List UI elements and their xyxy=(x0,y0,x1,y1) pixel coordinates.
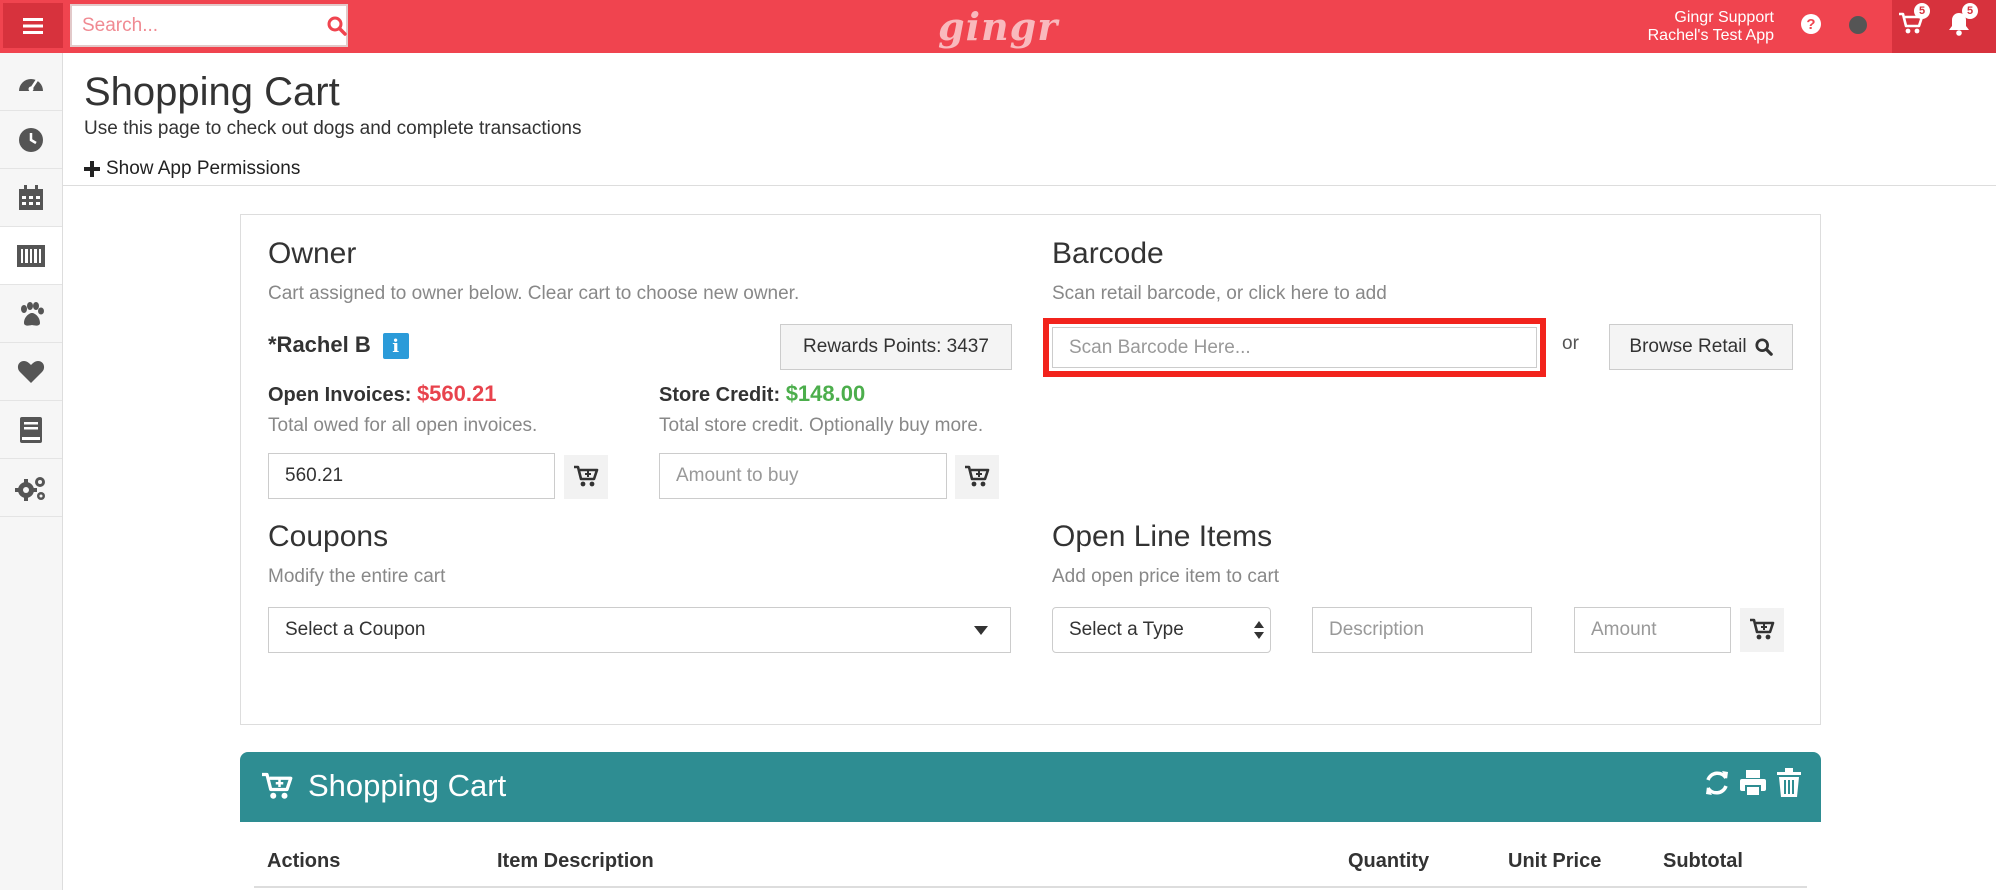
menu-icon xyxy=(23,17,43,34)
add-line-item-button[interactable] xyxy=(1740,608,1784,652)
rewards-points-label: Rewards Points: 3437 xyxy=(803,336,989,357)
help-icon[interactable]: ? xyxy=(1801,14,1821,34)
caret-down-icon xyxy=(974,626,988,635)
coupons-heading: Coupons xyxy=(268,520,389,553)
open-invoices-row: Open Invoices: $560.21 xyxy=(268,381,496,407)
store-credit-value: $148.00 xyxy=(785,381,866,406)
hamburger-menu-button[interactable] xyxy=(3,3,63,48)
cart-plus-icon xyxy=(1750,618,1775,640)
column-header-item-description: Item Description xyxy=(497,850,654,872)
shopping-cart-header: Shopping Cart xyxy=(240,752,1821,822)
sidebar-item-calendar[interactable] xyxy=(0,169,62,227)
table-header-divider xyxy=(254,886,1807,888)
store-credit-row: Store Credit: $148.00 xyxy=(659,381,865,407)
search-icon[interactable] xyxy=(327,16,347,36)
owner-name-row: *Rachel B i xyxy=(268,332,409,360)
notification-count-badge: 5 xyxy=(1962,3,1978,19)
gears-icon xyxy=(15,476,45,501)
store-credit-label: Store Credit: xyxy=(659,384,781,406)
cart-plus-icon xyxy=(574,465,599,487)
buy-store-credit-button[interactable] xyxy=(955,455,999,499)
search-input[interactable] xyxy=(72,6,327,45)
sidebar-item-reports[interactable] xyxy=(0,401,62,459)
updown-caret-icon xyxy=(1254,621,1264,639)
app-name: Rachel's Test App xyxy=(1647,27,1774,44)
open-invoices-help: Total owed for all open invoices. xyxy=(268,415,538,436)
browse-retail-label: Browse Retail xyxy=(1629,336,1747,357)
shopping-cart-title: Shopping Cart xyxy=(308,768,507,803)
header-divider xyxy=(63,185,1996,186)
user-name: Gingr Support xyxy=(1674,9,1774,26)
sidebar-item-reservations[interactable] xyxy=(0,111,62,169)
invoice-amount-field[interactable]: 560.21 xyxy=(268,453,555,499)
line-item-amount-input[interactable]: Amount xyxy=(1574,607,1731,653)
heart-icon xyxy=(17,360,45,383)
sidebar xyxy=(0,53,63,890)
info-icon[interactable]: i xyxy=(382,333,409,360)
gingr-logo[interactable]: gingr xyxy=(938,4,1058,49)
column-header-unit-price: Unit Price xyxy=(1508,850,1602,872)
barcode-heading: Barcode xyxy=(1052,237,1164,270)
coupons-help-text: Modify the entire cart xyxy=(268,566,446,587)
top-navbar: gingr Gingr Support Rachel's Test App ? … xyxy=(0,0,1996,53)
owner-name[interactable]: *Rachel B xyxy=(268,332,371,357)
open-line-items-heading: Open Line Items xyxy=(1052,520,1273,553)
column-header-actions: Actions xyxy=(267,850,341,872)
owner-heading: Owner xyxy=(268,237,357,270)
show-permissions-label: Show App Permissions xyxy=(106,158,301,179)
calendar-icon xyxy=(19,184,43,210)
column-header-subtotal: Subtotal xyxy=(1663,850,1743,872)
trash-icon[interactable] xyxy=(1776,768,1802,798)
cart-plus-icon xyxy=(262,772,293,799)
status-indicator-icon[interactable] xyxy=(1849,16,1867,34)
open-invoices-value: $560.21 xyxy=(416,381,497,406)
store-credit-help: Total store credit. Optionally buy more. xyxy=(659,415,984,436)
sidebar-item-dashboard[interactable] xyxy=(0,53,62,111)
page-title: Shopping Cart xyxy=(84,70,340,114)
sidebar-item-animals[interactable] xyxy=(0,285,62,343)
open-line-items-help-text: Add open price item to cart xyxy=(1052,566,1280,587)
cart-count-badge: 5 xyxy=(1914,3,1930,19)
clock-icon xyxy=(19,127,43,152)
show-permissions-link[interactable]: Show App Permissions xyxy=(84,158,300,180)
barcode-input[interactable]: Scan Barcode Here... xyxy=(1052,327,1537,368)
line-item-description-input[interactable]: Description xyxy=(1312,607,1532,653)
sidebar-item-point-of-sale[interactable] xyxy=(0,227,62,285)
coupon-select[interactable]: Select a Coupon xyxy=(268,607,1011,653)
checkout-panel: Owner Cart assigned to owner below. Clea… xyxy=(240,214,1821,725)
print-icon[interactable] xyxy=(1738,768,1768,798)
sidebar-item-admin[interactable] xyxy=(0,459,62,517)
sidebar-item-favorites[interactable] xyxy=(0,343,62,401)
barcode-icon xyxy=(17,244,45,267)
user-menu[interactable]: Gingr Support Rachel's Test App xyxy=(1648,9,1774,45)
owner-help-text: Cart assigned to owner below. Clear cart… xyxy=(268,283,800,304)
book-icon xyxy=(20,416,42,443)
dashboard-icon xyxy=(19,78,43,91)
plus-icon xyxy=(84,161,100,177)
refresh-icon[interactable] xyxy=(1702,768,1732,798)
pay-invoices-button[interactable] xyxy=(564,455,608,499)
topbar-actions: 5 5 xyxy=(1892,0,1996,53)
amount-to-buy-input[interactable]: Amount to buy xyxy=(659,453,947,499)
column-header-quantity: Quantity xyxy=(1348,850,1430,872)
or-label: or xyxy=(1562,333,1579,354)
barcode-help-text: Scan retail barcode, or click here to ad… xyxy=(1052,283,1387,304)
browse-retail-button[interactable]: Browse Retail xyxy=(1609,324,1793,370)
line-item-type-select[interactable]: Select a Type xyxy=(1052,607,1271,653)
rewards-points-button[interactable]: Rewards Points: 3437 xyxy=(780,324,1012,370)
cart-plus-icon xyxy=(965,465,990,487)
open-invoices-label: Open Invoices: xyxy=(268,384,412,406)
cart-table-header: Actions Item Description Quantity Unit P… xyxy=(240,822,1821,890)
paw-icon xyxy=(21,301,44,326)
search-icon xyxy=(1755,338,1773,356)
line-item-type-value: Select a Type xyxy=(1069,619,1184,640)
global-search xyxy=(70,4,348,47)
page-subtitle: Use this page to check out dogs and comp… xyxy=(84,118,582,139)
coupon-select-value: Select a Coupon xyxy=(285,619,426,640)
